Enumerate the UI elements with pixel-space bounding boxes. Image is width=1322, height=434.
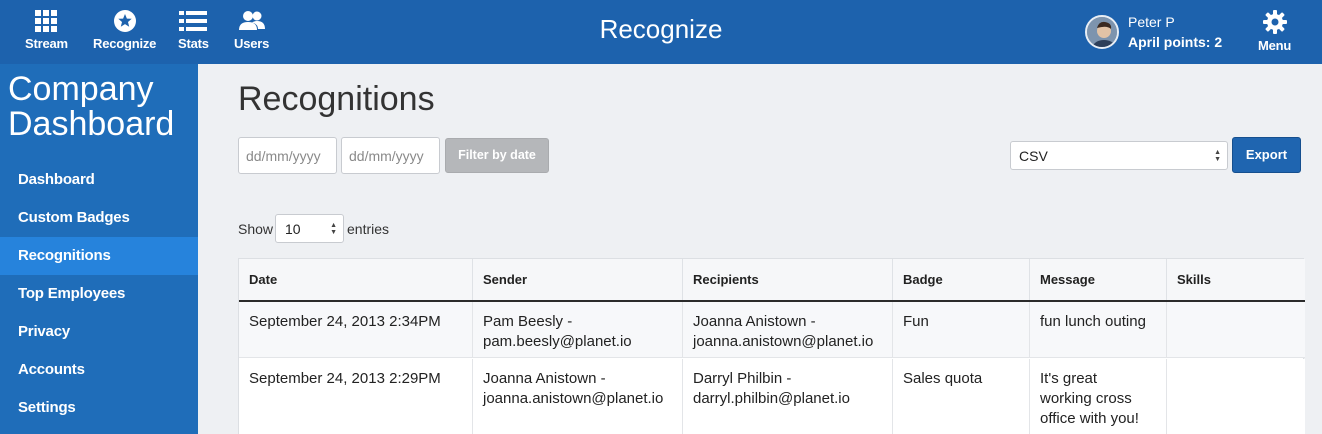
select-arrows-icon: ▲ ▼	[1214, 148, 1221, 163]
top-navigation-bar: Stream Recognize Stats Users Recognize P…	[0, 0, 1322, 64]
cell-sender: Pam Beesly - pam.beesly@planet.io	[473, 302, 683, 357]
column-header-message[interactable]: Message	[1030, 259, 1167, 300]
nav-stream-label: Stream	[25, 36, 68, 51]
sidebar-item-top-employees[interactable]: Top Employees	[0, 275, 198, 313]
sender-name: Joanna Anistown -	[483, 370, 606, 387]
recipient-email: darryl.philbin@planet.io	[693, 390, 850, 407]
sidebar-title: Company Dashboard	[8, 72, 178, 142]
nav-users[interactable]: Users	[234, 10, 269, 51]
nav-users-label: Users	[234, 36, 270, 51]
user-points: April points: 2	[1128, 34, 1223, 50]
entries-select[interactable]: 10 ▲ ▼	[275, 214, 344, 243]
message-line: working cross	[1040, 390, 1132, 407]
cell-date: September 24, 2013 2:29PM	[239, 359, 473, 434]
nav-recognize-label: Recognize	[93, 36, 157, 51]
date-to-input[interactable]	[341, 137, 440, 174]
date-from-input[interactable]	[238, 137, 337, 174]
sidebar-item-dashboard[interactable]: Dashboard	[0, 161, 198, 199]
message-line: It's great	[1040, 370, 1098, 387]
nav-stats[interactable]: Stats	[178, 10, 209, 51]
cell-recipients: Darryl Philbin - darryl.philbin@planet.i…	[683, 359, 893, 434]
message-line: fun lunch outing	[1040, 313, 1146, 330]
recognitions-table: Date Sender Recipients Badge Message Ski…	[238, 258, 1305, 434]
cell-date: September 24, 2013 2:34PM	[239, 302, 473, 357]
column-header-skills[interactable]: Skills	[1167, 259, 1305, 300]
show-label: Show	[238, 221, 274, 237]
column-header-date[interactable]: Date	[239, 259, 473, 300]
filter-by-date-button[interactable]: Filter by date	[445, 138, 549, 173]
column-header-recipients[interactable]: Recipients	[683, 259, 893, 300]
page-title: Recognitions	[238, 80, 435, 118]
export-format-value: CSV	[1019, 147, 1048, 164]
user-photo-icon	[1087, 17, 1117, 47]
sidebar: Company Dashboard Dashboard Custom Badge…	[0, 64, 198, 434]
grid-icon	[35, 10, 58, 32]
sidebar-item-privacy[interactable]: Privacy	[0, 313, 198, 351]
column-header-sender[interactable]: Sender	[473, 259, 683, 300]
nav-stream[interactable]: Stream	[25, 10, 68, 51]
recipient-name: Joanna Anistown -	[693, 313, 816, 330]
menu-label: Menu	[1258, 38, 1292, 53]
export-button[interactable]: Export	[1232, 137, 1301, 173]
users-icon	[238, 11, 265, 30]
message-line: office with you!	[1040, 410, 1139, 427]
cell-badge: Fun	[893, 302, 1030, 357]
cell-badge: Sales quota	[893, 359, 1030, 434]
cell-message: fun lunch outing	[1030, 302, 1167, 357]
list-icon	[179, 11, 208, 31]
avatar[interactable]	[1085, 15, 1119, 49]
export-format-select[interactable]: CSV ▲ ▼	[1010, 141, 1228, 170]
sidebar-title-text: Company Dashboard	[8, 70, 175, 143]
cell-sender: Joanna Anistown - joanna.anistown@planet…	[473, 359, 683, 434]
cell-recipients: Joanna Anistown - joanna.anistown@planet…	[683, 302, 893, 357]
menu-button[interactable]: Menu	[1258, 10, 1291, 53]
cell-skills	[1167, 302, 1305, 357]
entries-value: 10	[285, 220, 301, 237]
user-name[interactable]: Peter P	[1128, 14, 1175, 30]
sender-name: Pam Beesly -	[483, 313, 573, 330]
recipient-email: joanna.anistown@planet.io	[693, 333, 874, 350]
star-badge-icon	[113, 10, 136, 32]
table-row: September 24, 2013 2:29PM Joanna Anistow…	[239, 359, 1305, 434]
sender-email: joanna.anistown@planet.io	[483, 390, 664, 407]
column-header-badge[interactable]: Badge	[893, 259, 1030, 300]
cell-message: It's great working cross office with you…	[1030, 359, 1167, 434]
select-arrows-icon: ▲ ▼	[330, 221, 337, 236]
sidebar-item-accounts[interactable]: Accounts	[0, 351, 198, 389]
sidebar-item-custom-badges[interactable]: Custom Badges	[0, 199, 198, 237]
nav-recognize[interactable]: Recognize	[93, 10, 156, 51]
nav-stats-label: Stats	[178, 36, 209, 51]
entries-label: entries	[347, 221, 390, 237]
cell-skills	[1167, 359, 1305, 434]
sender-email: pam.beesly@planet.io	[483, 333, 632, 350]
sidebar-item-settings[interactable]: Settings	[0, 389, 198, 427]
table-row: September 24, 2013 2:34PM Pam Beesly - p…	[239, 302, 1305, 358]
recipient-name: Darryl Philbin -	[693, 370, 792, 387]
sidebar-item-recognitions[interactable]: Recognitions	[0, 237, 198, 275]
gear-icon	[1262, 10, 1287, 34]
